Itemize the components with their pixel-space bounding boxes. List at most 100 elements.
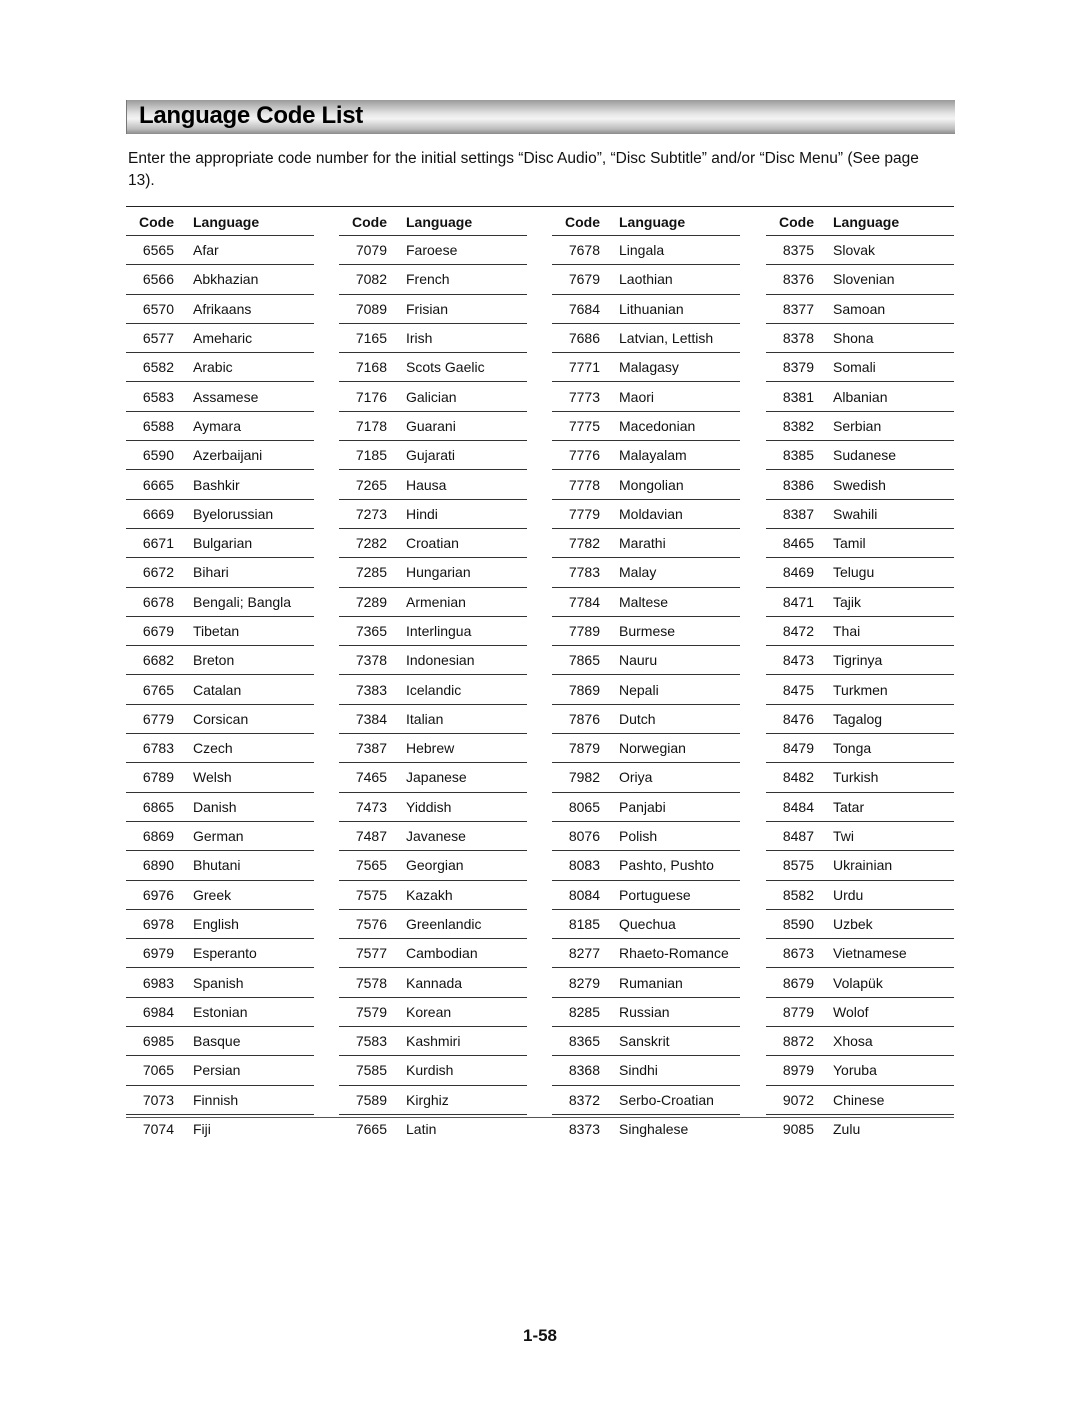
- table-row: 7074 Fiji: [126, 1115, 314, 1143]
- language-code: 8979: [782, 1062, 814, 1079]
- language-name: Lithuanian: [619, 300, 684, 317]
- language-name: Icelandic: [406, 681, 462, 698]
- language-name: Sudanese: [833, 447, 897, 464]
- language-name: Tonga: [833, 740, 872, 757]
- language-name: Russian: [619, 1003, 670, 1020]
- title-bar: Language Code List: [126, 100, 955, 134]
- language-code: 7383: [355, 681, 387, 698]
- language-code: 7876: [568, 710, 600, 727]
- language-name: Turkmen: [833, 681, 888, 698]
- language-code: 7465: [355, 769, 387, 786]
- table-row: 7876 Dutch: [552, 705, 740, 735]
- language-code: 7678: [568, 242, 600, 259]
- language-name: Fiji: [193, 1121, 211, 1138]
- language-code: 7784: [568, 593, 600, 610]
- table-row: 8475 Turkmen: [766, 675, 954, 705]
- language-code: 6671: [142, 535, 174, 552]
- language-name: Azerbaijani: [193, 447, 263, 464]
- language-code: 7982: [568, 769, 600, 786]
- language-name: Esperanto: [193, 945, 257, 962]
- language-code: 6890: [142, 857, 174, 874]
- language-name: Quechua: [619, 915, 676, 932]
- table-row: 7578 Kannada: [339, 968, 527, 998]
- table-bottom-rule: [126, 1117, 954, 1118]
- table-row: 8365 Sanskrit: [552, 1027, 740, 1057]
- language-code: 7771: [568, 359, 600, 376]
- language-name: Armenian: [406, 593, 466, 610]
- table-row: 6665 Bashkir: [126, 470, 314, 500]
- language-name: Marathi: [619, 535, 666, 552]
- table-row: 7265 Hausa: [339, 470, 527, 500]
- table-row: 7678 Lingala: [552, 236, 740, 266]
- language-name: Bihari: [193, 564, 229, 581]
- language-code: 7578: [355, 974, 387, 991]
- language-name: Maltese: [619, 593, 669, 610]
- table-row: 7282 Croatian: [339, 529, 527, 559]
- language-code: 7783: [568, 564, 600, 581]
- table-row: 6590 Azerbaijani: [126, 441, 314, 471]
- language-code: 7473: [355, 798, 387, 815]
- table-row: 7176 Galician: [339, 382, 527, 412]
- language-name: Laothian: [619, 271, 673, 288]
- language-name: Afar: [193, 242, 219, 259]
- column-header: Code Language: [339, 208, 527, 236]
- table-row: 6976 Greek: [126, 881, 314, 910]
- language-name: Frisian: [406, 300, 449, 317]
- language-name: Hausa: [406, 476, 447, 493]
- table-row: 6588 Aymara: [126, 412, 314, 442]
- table-row: 7165 Irish: [339, 324, 527, 354]
- language-code: 7665: [355, 1121, 387, 1138]
- language-code: 8482: [782, 769, 814, 786]
- table-row: 6672 Bihari: [126, 558, 314, 588]
- language-name: Turkish: [833, 769, 879, 786]
- table-row: 6582 Arabic: [126, 353, 314, 383]
- table-row: 6678 Bengali; Bangla: [126, 588, 314, 617]
- table-row: 8285 Russian: [552, 998, 740, 1028]
- language-name: French: [406, 271, 450, 288]
- language-name: Kirghiz: [406, 1091, 449, 1108]
- table-row: 7865 Nauru: [552, 646, 740, 676]
- language-code: 6669: [142, 505, 174, 522]
- language-name: Aymara: [193, 417, 241, 434]
- table-row: 8277 Rhaeto-Romance: [552, 939, 740, 969]
- table-row: 7378 Indonesian: [339, 646, 527, 676]
- table-row: 7273 Hindi: [339, 500, 527, 529]
- table-row: 6570 Afrikaans: [126, 295, 314, 324]
- table-row: 7576 Greenlandic: [339, 910, 527, 940]
- language-code: 8575: [782, 857, 814, 874]
- language-code: 6565: [142, 242, 174, 259]
- language-name: Bengali; Bangla: [193, 593, 292, 610]
- table-row: 7782 Marathi: [552, 529, 740, 559]
- language-name: Indonesian: [406, 652, 475, 669]
- table-row: 8385 Sudanese: [766, 441, 954, 471]
- table-row: 8279 Rumanian: [552, 968, 740, 998]
- table-row: 6985 Basque: [126, 1027, 314, 1057]
- language-column-3: Code Language 7678 Lingala 7679 Laothian 7684 L…: [552, 208, 740, 1143]
- table-row: 7565 Georgian: [339, 851, 527, 881]
- table-row: 8673 Vietnamese: [766, 939, 954, 969]
- language-code: 6783: [142, 740, 174, 757]
- language-code: 6582: [142, 359, 174, 376]
- language-code: 6779: [142, 710, 174, 727]
- language-name: Galician: [406, 388, 457, 405]
- language-code: 6979: [142, 945, 174, 962]
- language-code: 8372: [568, 1091, 600, 1108]
- language-code: 7165: [355, 330, 387, 347]
- language-code: 7282: [355, 535, 387, 552]
- table-row: 6779 Corsican: [126, 705, 314, 735]
- language-name: Korean: [406, 1003, 452, 1020]
- language-code: 7775: [568, 417, 600, 434]
- table-row: 8979 Yoruba: [766, 1056, 954, 1086]
- language-name: Somali: [833, 359, 876, 376]
- language-code: 7879: [568, 740, 600, 757]
- language-name: Swahili: [833, 505, 878, 522]
- table-row: 8484 Tatar: [766, 793, 954, 822]
- language-code: 8377: [782, 300, 814, 317]
- language-name: Dutch: [619, 710, 656, 727]
- table-row: 7383 Icelandic: [339, 675, 527, 705]
- table-row: 8381 Albanian: [766, 382, 954, 412]
- table-row: 8476 Tagalog: [766, 705, 954, 735]
- table-row: 6765 Catalan: [126, 675, 314, 705]
- table-row: 7771 Malagasy: [552, 353, 740, 383]
- language-name: Yiddish: [406, 798, 452, 815]
